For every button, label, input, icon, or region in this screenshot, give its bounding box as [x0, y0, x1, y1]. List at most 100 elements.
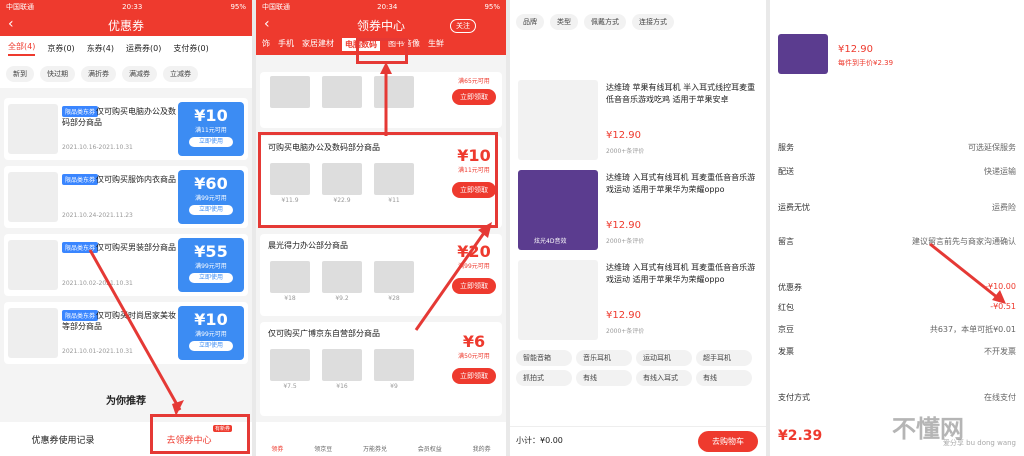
nav-exchange[interactable]: 万能券兑: [363, 444, 387, 453]
back-icon[interactable]: ‹: [8, 16, 14, 32]
row-value: 不开发票: [984, 347, 1016, 356]
row-value: 可选延保服务: [968, 143, 1016, 152]
chip-discount[interactable]: 满折券: [81, 66, 116, 82]
product: ¥9.2: [320, 261, 364, 302]
tab-home[interactable]: 家居建材: [302, 38, 334, 51]
follow-button[interactable]: 关注: [450, 19, 476, 33]
product-price: ¥9: [390, 383, 398, 390]
product-item[interactable]: 达维琦 入耳式有线耳机 耳麦重低音音乐游戏运动 适用于苹果华为荣耀oppo ¥1…: [514, 256, 762, 340]
use-button[interactable]: 立即使用: [189, 273, 233, 283]
nav-beans[interactable]: 领京豆: [314, 444, 332, 453]
product: [268, 76, 312, 110]
chip-reduction[interactable]: 满减券: [122, 66, 157, 82]
subtotal: 小计：¥0.00: [516, 436, 563, 445]
order-row[interactable]: 运费无忧 运费险: [778, 202, 1016, 213]
order-row[interactable]: 配送 快递运输: [778, 166, 1016, 177]
coupon-desc: 仅可购买服饰内衣商品: [96, 175, 176, 184]
product-thumb: [8, 240, 58, 290]
tag[interactable]: 音乐耳机: [576, 350, 632, 366]
chip-new[interactable]: 新到: [6, 66, 34, 82]
tag[interactable]: 运动耳机: [636, 350, 692, 366]
tag[interactable]: 有线入耳式: [636, 370, 692, 386]
product-price: ¥12.90: [606, 220, 641, 231]
clock: 20:34: [377, 3, 398, 11]
filter-bar: 品牌 类型 佩戴方式 连接方式: [510, 0, 766, 34]
coupon-center-screen: 中国联通 20:34 95% ‹ 领券中心 关注 饰 手机 家居建材 电脑数码 …: [256, 0, 506, 456]
tag[interactable]: 超手耳机: [696, 350, 752, 366]
chip-instant[interactable]: 立减券: [163, 66, 198, 82]
order-row[interactable]: 服务 可选延保服务: [778, 142, 1016, 153]
review-count: 2000+条评价: [606, 238, 645, 245]
product-title: 达维琦 入耳式有线耳机 耳麦重低音音乐游戏运动 适用于苹果华为荣耀oppo: [606, 173, 756, 194]
coupon-history-link[interactable]: 优惠券使用记录: [0, 433, 126, 446]
coupon-value: ¥60 满99元可用 立即使用: [178, 170, 244, 224]
cart-bar: 小计：¥0.00 去购物车: [510, 426, 766, 456]
product: ¥18: [268, 261, 312, 302]
product-title: 达维琦 入耳式有线耳机 耳麦重低音音乐游戏运动 适用于苹果华为荣耀oppo: [606, 263, 756, 284]
product-thumb: [778, 34, 828, 74]
order-row[interactable]: 支付方式 在线支付: [778, 392, 1016, 403]
tag[interactable]: 有线: [696, 370, 752, 386]
row-label: 发票: [778, 347, 794, 356]
coupon-amount: ¥10: [194, 106, 228, 125]
review-count: 2000+条评价: [606, 148, 645, 155]
carrier: 中国联通: [262, 3, 290, 11]
use-button[interactable]: 立即使用: [189, 137, 233, 147]
use-button[interactable]: 立即使用: [189, 205, 233, 215]
nav-member[interactable]: 会员权益: [418, 444, 442, 453]
product-price: ¥28: [388, 295, 400, 302]
tag[interactable]: 抓拍式: [516, 370, 572, 386]
use-button[interactable]: 立即使用: [189, 341, 233, 351]
tab-phone[interactable]: 手机: [278, 38, 294, 51]
claim-button[interactable]: 立即领取: [452, 89, 496, 105]
battery: 95%: [230, 3, 246, 11]
product-image: [518, 260, 598, 340]
product-item[interactable]: 炫光4D音效 达维琦 入耳式有线耳机 耳麦重低音音乐游戏运动 适用于苹果华为荣耀…: [514, 166, 762, 250]
tag-grid: 智能音箱 音乐耳机 运动耳机 超手耳机 抓拍式 有线 有线入耳式 有线: [516, 350, 752, 386]
row-value: 在线支付: [984, 393, 1016, 402]
arrow-icon: [88, 249, 184, 416]
filter-wear[interactable]: 佩戴方式: [584, 14, 626, 30]
coupon-condition: 满99元可用: [195, 195, 227, 202]
tab-fresh[interactable]: 生鲜: [428, 38, 444, 51]
go-cart-button[interactable]: 去购物车: [698, 431, 758, 452]
filter-type[interactable]: 类型: [550, 14, 578, 30]
tab-cat[interactable]: 饰: [262, 38, 270, 51]
tab-all[interactable]: 全部(4): [8, 41, 36, 56]
product-title: 达维琦 苹果有线耳机 半入耳式线控耳麦重低音音乐游戏吃鸡 适用于苹果安卓: [606, 83, 756, 104]
tab-pay[interactable]: 支付券(0): [173, 43, 208, 54]
tag[interactable]: 智能音箱: [516, 350, 572, 366]
product-list-screen: 品牌 类型 佩戴方式 连接方式 达维琦 苹果有线耳机 半入耳式线控耳麦重低音音乐…: [510, 0, 766, 456]
coupon-desc: 仅可购买电脑办公及数码部分商品: [62, 107, 176, 127]
coupon-value: 满65元可用 立即领取: [452, 76, 496, 105]
filter-brand[interactable]: 品牌: [516, 14, 544, 30]
order-total: ¥2.39: [778, 428, 823, 444]
coupon-card: 限品类东券 仅可购买服饰内衣商品 2021.10.24-2021.11.23 ¥…: [4, 166, 248, 228]
product-badge: 炫光4D音效: [534, 238, 567, 245]
order-row[interactable]: 京豆 共637，本单可抵¥0.01: [778, 324, 1016, 335]
filter-connect[interactable]: 连接方式: [632, 14, 674, 30]
product: ¥9: [372, 349, 416, 390]
status-bar: 中国联通 20:34 95%: [256, 0, 506, 14]
unit-price: ¥12.90: [838, 44, 873, 55]
product-price: ¥12.90: [606, 310, 641, 321]
back-icon[interactable]: ‹: [264, 16, 270, 32]
claim-button[interactable]: 立即领取: [452, 368, 496, 384]
coupon-date: 2021.10.16-2021.10.31: [62, 144, 133, 151]
carrier: 中国联通: [6, 3, 34, 11]
tab-jing[interactable]: 京券(0): [47, 43, 74, 54]
product-thumb: [8, 172, 58, 222]
product-item[interactable]: 达维琦 苹果有线耳机 半入耳式线控耳麦重低音音乐游戏吃鸡 适用于苹果安卓 ¥12…: [514, 76, 762, 160]
tab-shipping[interactable]: 运费券(0): [126, 43, 161, 54]
nav-my-coupons[interactable]: 我的券: [473, 444, 491, 453]
tab-dong[interactable]: 东券(4): [87, 43, 114, 54]
coupon-list-screen: 中国联通 20:33 95% ‹ 优惠券 全部(4) 京券(0) 东券(4) 运…: [0, 0, 252, 456]
tag[interactable]: 有线: [576, 370, 632, 386]
coupon-card: 限品类东券 仅可购买电脑办公及数码部分商品 2021.10.16-2021.10…: [4, 98, 248, 160]
arrow-icon: [414, 222, 492, 331]
chip-expiring[interactable]: 快过期: [40, 66, 75, 82]
status-bar: 中国联通 20:33 95%: [0, 0, 252, 14]
order-row[interactable]: 发票 不开发票: [778, 346, 1016, 357]
coupon-value: ¥10 满11元可用 立即使用: [178, 102, 244, 156]
nav-coupon[interactable]: 领券: [271, 444, 283, 453]
